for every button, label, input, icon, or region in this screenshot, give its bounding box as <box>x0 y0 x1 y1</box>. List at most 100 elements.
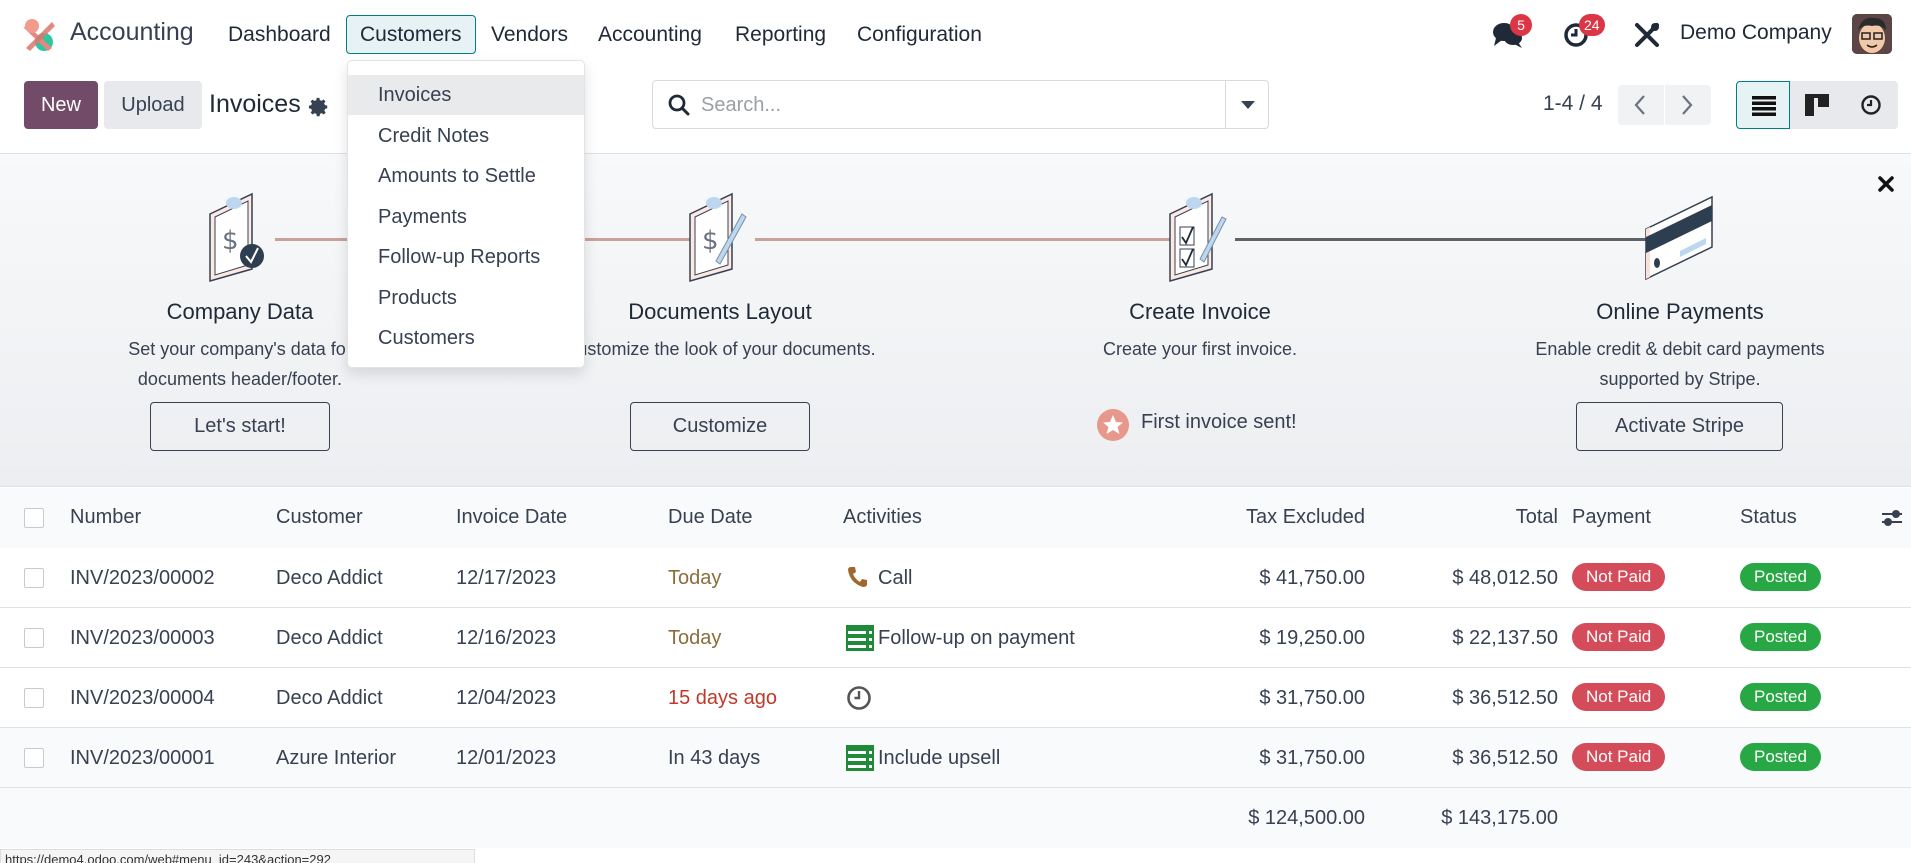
star-badge-icon <box>1097 409 1129 441</box>
table-row[interactable]: INV/2023/00002 Deco Addict 12/17/2023 Today… <box>0 548 1911 608</box>
menu-item-customers[interactable]: Customers <box>348 318 584 358</box>
svg-text:$: $ <box>222 226 239 256</box>
table-row[interactable]: INV/2023/00001 Azure Interior 12/01/2023 In… <box>0 728 1911 788</box>
messages-button[interactable]: 5 <box>1492 14 1532 55</box>
search-input[interactable] <box>701 91 1201 119</box>
activate-stripe-button[interactable]: Activate Stripe <box>1576 402 1783 451</box>
activity-summary[interactable]: Call <box>878 567 912 590</box>
column-total[interactable]: Total <box>1358 506 1558 529</box>
clock-icon <box>1861 95 1881 115</box>
accounting-app-logo-icon[interactable] <box>22 18 56 52</box>
menu-item-credit-notes[interactable]: Credit Notes <box>348 116 584 156</box>
clock-icon[interactable] <box>846 685 872 716</box>
gear-icon[interactable] <box>308 96 330 118</box>
total-amount: $ 143,175.00 <box>1441 807 1558 829</box>
row-checkbox[interactable] <box>24 748 44 768</box>
optional-columns-toggle-icon[interactable] <box>1880 508 1904 528</box>
total-amount: $ 36,512.50 <box>1452 687 1558 709</box>
column-activities[interactable]: Activities <box>843 506 922 529</box>
pager-previous-button[interactable] <box>1618 85 1664 125</box>
search-options-toggle[interactable] <box>1225 81 1268 128</box>
messages-badge: 5 <box>1510 14 1532 36</box>
table-header: Number Customer Invoice Date Due Date Ac… <box>0 488 1911 548</box>
activities-button[interactable]: 24 <box>1563 14 1605 53</box>
nav-accounting[interactable]: Accounting <box>584 15 716 54</box>
menu-item-payments[interactable]: Payments <box>348 197 584 237</box>
tax-excluded-amount: $ 19,250.00 <box>1259 627 1365 649</box>
select-all-checkbox[interactable] <box>24 508 44 528</box>
invoice-date: 12/17/2023 <box>456 567 557 589</box>
table-row[interactable]: INV/2023/00003 Deco Addict 12/16/2023 Today… <box>0 608 1911 668</box>
invoice-status-badge: Posted <box>1740 623 1821 651</box>
tax-excluded-amount: $ 41,750.00 <box>1259 567 1365 589</box>
table-row[interactable]: INV/2023/00004 Deco Addict 12/04/2023 15 da… <box>0 668 1911 728</box>
new-button[interactable]: New <box>24 81 98 129</box>
menu-item-invoices[interactable]: Invoices <box>348 75 584 115</box>
nav-customers[interactable]: Customers <box>346 15 476 54</box>
row-checkbox[interactable] <box>24 568 44 588</box>
activity-summary[interactable]: Include upsell <box>878 747 1000 770</box>
column-number[interactable]: Number <box>70 506 141 529</box>
total-amount: $ 22,137.50 <box>1452 627 1558 649</box>
phone-icon[interactable] <box>846 565 870 594</box>
tax-excluded-amount: $ 31,750.00 <box>1259 687 1365 709</box>
close-icon[interactable] <box>1876 174 1896 194</box>
invoice-number: INV/2023/00003 <box>70 627 215 649</box>
tools-icon <box>1635 23 1659 47</box>
list-icon <box>1752 96 1776 116</box>
todo-icon[interactable] <box>846 745 874 776</box>
invoice-date: 12/01/2023 <box>456 747 557 769</box>
step-description: Create your first invoice. <box>1102 339 1298 359</box>
column-payment[interactable]: Payment <box>1572 506 1651 529</box>
due-date: In 43 days <box>668 747 761 769</box>
column-tax-excluded[interactable]: Tax Excluded <box>1165 506 1365 529</box>
onboarding-banner: $ Company Data Set your company's data f… <box>0 154 1911 487</box>
menu-item-amounts-to-settle[interactable]: Amounts to Settle <box>348 156 584 196</box>
menu-item-products[interactable]: Products <box>348 278 584 318</box>
step-description: Set your company's data for documents he… <box>128 339 352 389</box>
kanban-icon <box>1805 94 1829 116</box>
invoice-number: INV/2023/00004 <box>70 687 215 709</box>
due-date: Today <box>668 627 722 649</box>
pager-next-button[interactable] <box>1665 85 1711 125</box>
column-due-date[interactable]: Due Date <box>668 506 753 529</box>
invoice-status-badge: Posted <box>1740 683 1821 711</box>
step-title: Create Invoice <box>1129 299 1271 324</box>
column-status[interactable]: Status <box>1740 506 1797 529</box>
menu-item-follow-up-reports[interactable]: Follow-up Reports <box>348 237 584 277</box>
kanban-view-button[interactable] <box>1790 81 1844 129</box>
clipboard-dollar-pen-icon: $ <box>689 192 747 282</box>
todo-icon[interactable] <box>846 625 874 656</box>
lets-start-button[interactable]: Let's start! <box>150 402 330 451</box>
control-panel: New Upload Invoices 1-4 / 4 <box>0 68 1911 154</box>
total-amount: $ 48,012.50 <box>1452 567 1558 589</box>
company-switcher[interactable]: Demo Company <box>1680 21 1832 45</box>
app-name[interactable]: Accounting <box>70 18 194 47</box>
top-navbar: Accounting Dashboard Customers Vendors A… <box>0 0 1911 68</box>
nav-reporting[interactable]: Reporting <box>721 15 840 54</box>
activity-summary[interactable]: Follow-up on payment <box>878 627 1075 650</box>
page-title: Invoices <box>209 90 301 118</box>
row-checkbox[interactable] <box>24 628 44 648</box>
pager-value[interactable]: 1-4 / 4 <box>1543 92 1603 116</box>
avatar-face-icon <box>1852 14 1892 54</box>
row-checkbox[interactable] <box>24 688 44 708</box>
total-tax-excluded: $ 124,500.00 <box>1248 807 1365 829</box>
debug-button[interactable] <box>1634 22 1660 53</box>
nav-dashboard[interactable]: Dashboard <box>214 15 345 54</box>
activity-view-button[interactable] <box>1844 81 1898 129</box>
table-totals-row: $ 124,500.00 $ 143,175.00 <box>0 788 1911 848</box>
progress-line-todo <box>1235 238 1675 241</box>
upload-button[interactable]: Upload <box>104 81 202 129</box>
svg-text:$: $ <box>702 226 719 256</box>
nav-vendors[interactable]: Vendors <box>477 15 582 54</box>
payment-status-badge: Not Paid <box>1572 683 1666 711</box>
column-invoice-date[interactable]: Invoice Date <box>456 506 567 529</box>
user-avatar[interactable] <box>1852 14 1892 54</box>
chevron-left-icon <box>1634 95 1645 115</box>
column-customer[interactable]: Customer <box>276 506 363 529</box>
tax-excluded-amount: $ 31,750.00 <box>1259 747 1365 769</box>
nav-configuration[interactable]: Configuration <box>843 15 996 54</box>
customize-button[interactable]: Customize <box>630 402 810 451</box>
list-view-button[interactable] <box>1736 81 1790 129</box>
